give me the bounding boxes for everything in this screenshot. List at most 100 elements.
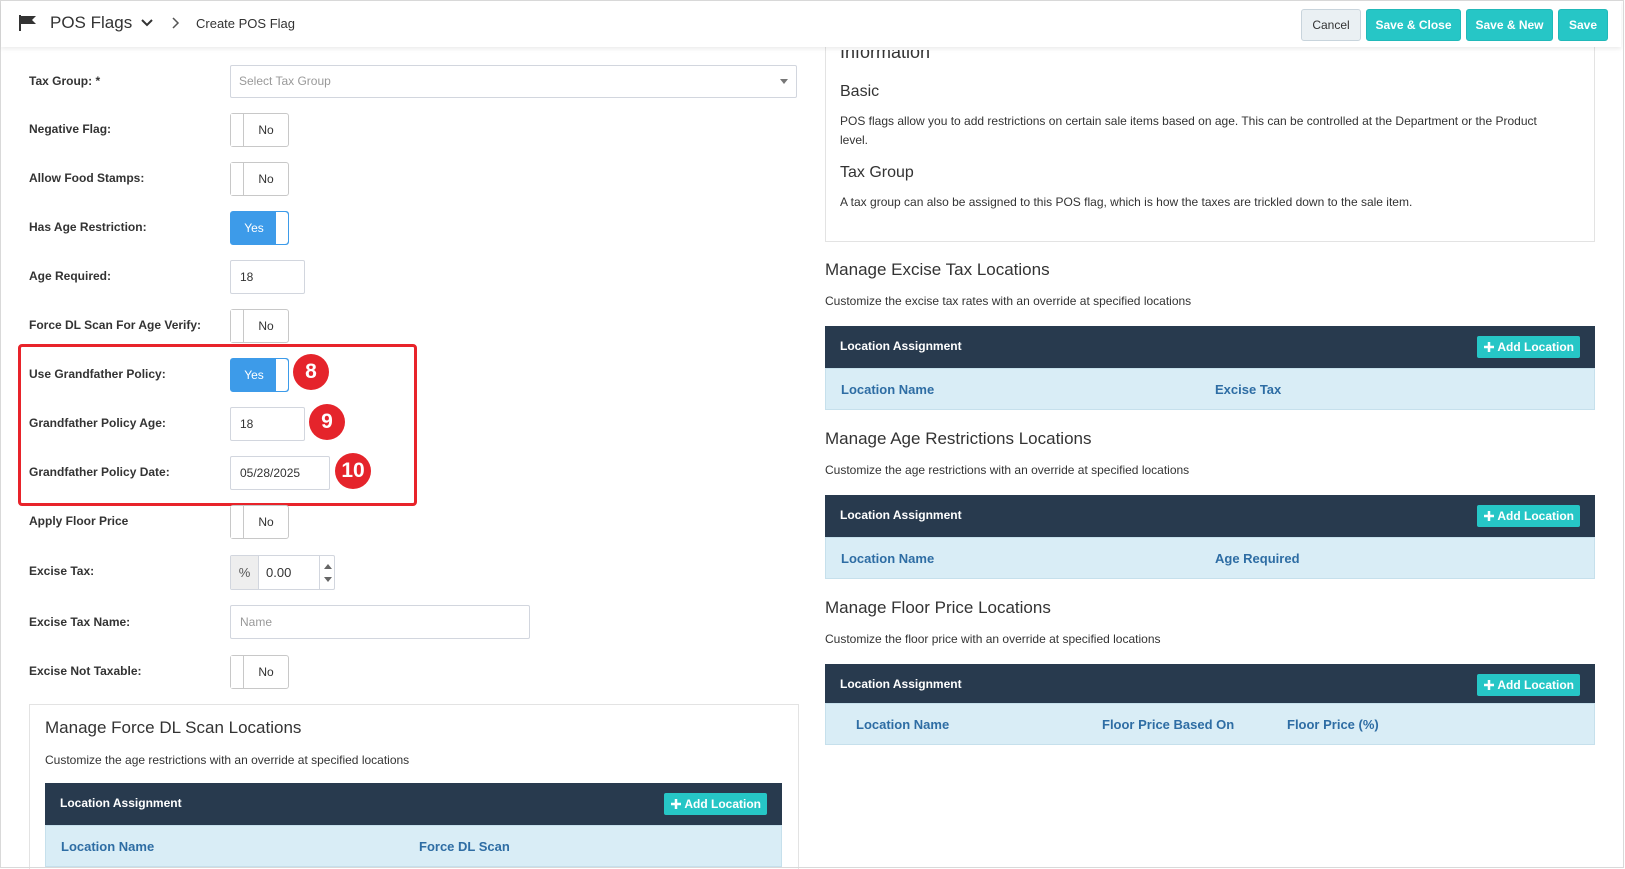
excise-section-subtitle: Customize the excise tax rates with an o… [825, 294, 1192, 308]
add-location-label: Add Location [1497, 340, 1574, 354]
column-header: Force DL Scan [419, 839, 510, 854]
excise-tax-name-input[interactable]: Name [230, 605, 530, 639]
toggle-knob [275, 212, 288, 244]
column-header: Location Name [841, 551, 935, 566]
excise-tax-stepper[interactable]: % 0.00 [230, 555, 335, 590]
apply-floor-price-toggle[interactable]: No [230, 505, 289, 539]
toggle-knob [231, 506, 244, 538]
floor-location-header: Location Assignment Add Location [825, 664, 1595, 706]
grandfather-policy-age-label: Grandfather Policy Age: [29, 416, 166, 430]
location-assignment-label: Location Assignment [60, 796, 182, 810]
excise-section-title: Manage Excise Tax Locations [825, 260, 1050, 279]
save-close-button[interactable]: Save & Close [1366, 9, 1461, 41]
add-location-button[interactable]: Add Location [1477, 336, 1580, 358]
column-header: Floor Price Based On [1102, 717, 1235, 732]
excise-not-taxable-toggle[interactable]: No [230, 655, 289, 689]
force-dl-scan-toggle[interactable]: No [230, 309, 289, 343]
column-header: Age Required [1215, 551, 1300, 566]
excise-tax-label: Excise Tax: [29, 564, 95, 578]
location-assignment-label: Location Assignment [840, 339, 962, 353]
floor-section-title: Manage Floor Price Locations [825, 598, 1051, 617]
basic-text: POS flags allow you to add restrictions … [840, 114, 1537, 147]
toggle-text: Yes [244, 368, 264, 382]
add-location-button[interactable]: Add Location [1477, 505, 1580, 527]
page-title: POS Flags [50, 13, 133, 32]
tax-group-select[interactable]: Select Tax Group [230, 65, 797, 98]
location-assignment-label: Location Assignment [840, 677, 962, 691]
age-columns: Location Name Age Required [825, 537, 1595, 579]
breadcrumb: Create POS Flag [196, 16, 295, 31]
toggle-knob [231, 310, 244, 342]
plus-icon [1484, 342, 1495, 352]
apply-floor-price-label: Apply Floor Price [29, 514, 129, 528]
column-header: Location Name [841, 382, 935, 397]
has-age-restriction-toggle[interactable]: Yes [230, 211, 289, 245]
excise-tax-value: 0.00 [266, 565, 292, 580]
force-dl-scan-label: Force DL Scan For Age Verify: [29, 318, 202, 332]
toggle-text: No [258, 515, 274, 529]
add-location-label: Add Location [684, 797, 761, 811]
column-header: Floor Price (%) [1287, 717, 1379, 732]
tax-group-text: A tax group can also be assigned to this… [840, 195, 1413, 209]
use-grandfather-policy-toggle[interactable]: Yes [230, 358, 289, 392]
negative-flag-label: Negative Flag: [29, 122, 112, 136]
column-header: Location Name [61, 839, 155, 854]
chevron-down-icon[interactable] [141, 18, 153, 28]
column-header: Excise Tax [1215, 382, 1282, 397]
toggle-knob [231, 656, 244, 688]
has-age-restriction-label: Has Age Restriction: [29, 220, 147, 234]
use-grandfather-policy-label: Use Grandfather Policy: [29, 367, 166, 381]
toggle-text: No [258, 665, 274, 679]
save-new-button[interactable]: Save & New [1466, 9, 1553, 41]
toggle-knob [231, 163, 244, 195]
negative-flag-toggle[interactable]: No [230, 113, 289, 147]
toggle-knob [231, 114, 244, 146]
excise-columns: Location Name Excise Tax [825, 368, 1595, 410]
add-location-button[interactable]: Add Location [1477, 674, 1580, 696]
column-header: Location Name [856, 717, 950, 732]
annotation-badge-10: 10 [335, 453, 371, 489]
toggle-text: No [258, 172, 274, 186]
cancel-button[interactable]: Cancel [1301, 9, 1361, 41]
force-dl-columns: Location Name Force DL Scan [45, 825, 782, 867]
grandfather-policy-date-label: Grandfather Policy Date: [29, 465, 170, 479]
annotation-badge-8: 8 [293, 354, 329, 390]
plus-icon [1484, 511, 1495, 521]
age-section-title: Manage Age Restrictions Locations [825, 429, 1092, 448]
top-bar: POS Flags Create POS Flag Cancel Save & … [1, 1, 1621, 47]
spin-up-icon[interactable] [324, 564, 332, 569]
tax-group-title: Tax Group [840, 164, 914, 181]
grandfather-policy-age-input[interactable]: 18 [230, 407, 305, 441]
spinner[interactable] [319, 556, 334, 589]
plus-icon [671, 799, 682, 809]
force-dl-location-header: Location Assignment Add Location [45, 783, 782, 825]
allow-food-stamps-toggle[interactable]: No [230, 162, 289, 196]
age-required-label: Age Required: [29, 269, 112, 283]
age-required-input[interactable]: 18 [230, 260, 305, 294]
add-location-label: Add Location [1497, 678, 1574, 692]
toggle-text: No [258, 123, 274, 137]
location-assignment-label: Location Assignment [840, 508, 962, 522]
chevron-right-icon [172, 17, 180, 29]
tax-group-placeholder: Select Tax Group [239, 74, 331, 88]
floor-section-subtitle: Customize the floor price with an overri… [825, 632, 1161, 646]
spin-down-icon[interactable] [324, 577, 332, 582]
add-location-label: Add Location [1497, 509, 1574, 523]
basic-title: Basic [840, 83, 880, 100]
allow-food-stamps-label: Allow Food Stamps: [29, 171, 145, 185]
app-root: POS Flags Create POS Flag Cancel Save & … [0, 0, 1625, 869]
annotation-badge-9: 9 [309, 404, 345, 440]
excise-not-taxable-label: Excise Not Taxable: [29, 664, 142, 678]
percent-addon: % [231, 556, 259, 589]
age-location-header: Location Assignment Add Location [825, 495, 1595, 537]
force-dl-title: Manage Force DL Scan Locations [45, 718, 302, 737]
add-location-button[interactable]: Add Location [664, 793, 767, 815]
grandfather-policy-date-input[interactable]: 05/28/2025 [230, 456, 330, 490]
excise-location-header: Location Assignment Add Location [825, 326, 1595, 368]
save-button[interactable]: Save [1558, 9, 1608, 41]
excise-tax-name-label: Excise Tax Name: [29, 615, 131, 629]
force-dl-subtitle: Customize the age restrictions with an o… [45, 753, 410, 767]
tax-group-label: Tax Group: * [29, 74, 101, 88]
age-section-subtitle: Customize the age restrictions with an o… [825, 463, 1190, 477]
toggle-text: No [258, 319, 274, 333]
